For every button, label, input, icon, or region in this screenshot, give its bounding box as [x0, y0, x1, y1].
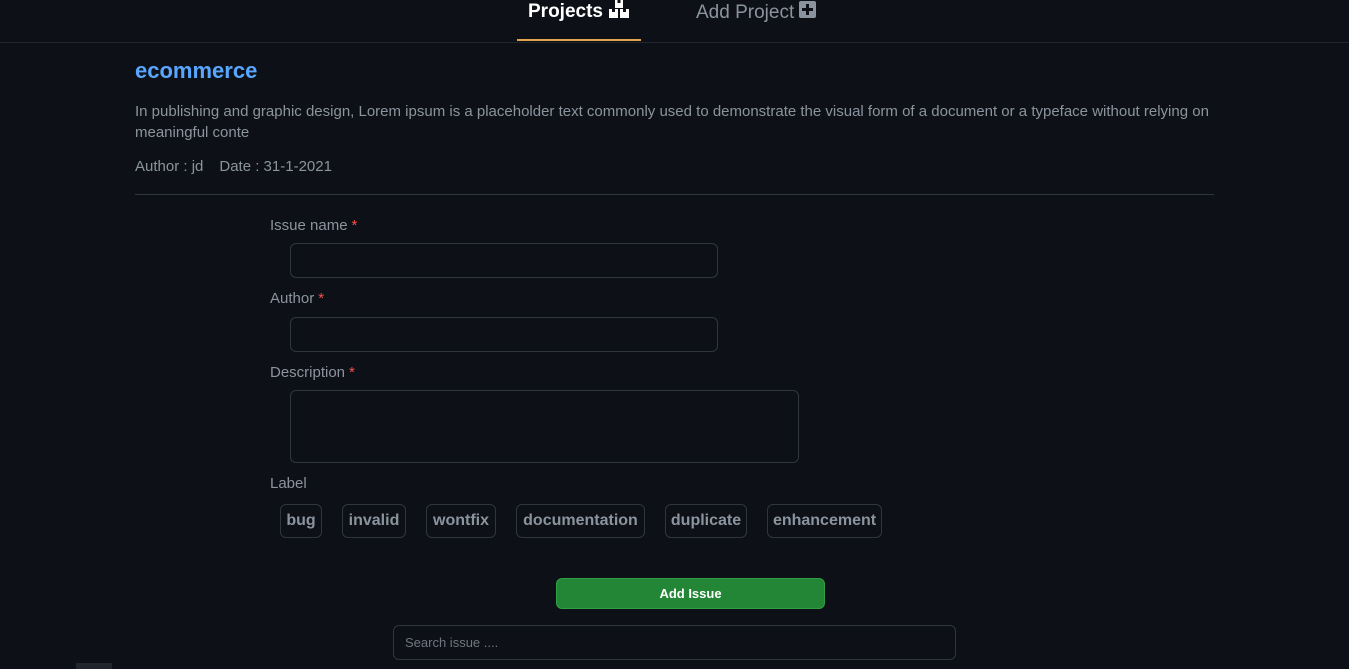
project-meta: Author : jd Date : 31-1-2021	[135, 158, 332, 175]
issue-name-input[interactable]	[290, 243, 718, 278]
issue-name-label: Issue name *	[270, 217, 357, 234]
project-author: Author : jd	[135, 158, 204, 175]
tab-add-project-label: Add Project	[696, 1, 795, 23]
projects-icon	[608, 0, 630, 41]
scroll-handle	[76, 663, 112, 669]
label-chip-bug[interactable]: bug	[280, 504, 322, 538]
label-section-label: Label	[270, 475, 307, 492]
top-navigation: Projects Add Project	[0, 0, 1349, 43]
project-description: In publishing and graphic design, Lorem …	[135, 103, 1209, 141]
description-label: Description *	[270, 364, 355, 381]
project-date: Date : 31-1-2021	[219, 158, 332, 175]
search-issue-input[interactable]	[393, 625, 956, 660]
label-chip-wontfix[interactable]: wontfix	[426, 504, 496, 538]
author-label: Author *	[270, 290, 324, 307]
add-issue-button[interactable]: Add Issue	[556, 578, 825, 609]
plus-square-icon	[799, 1, 817, 40]
label-chip-duplicate[interactable]: duplicate	[665, 504, 747, 538]
section-divider	[135, 194, 1214, 195]
project-title: ecommerce	[135, 58, 258, 83]
required-marker: *	[349, 364, 355, 381]
author-input[interactable]	[290, 317, 718, 352]
required-marker: *	[351, 217, 358, 234]
label-chip-invalid[interactable]: invalid	[342, 504, 406, 538]
tab-add-project[interactable]: Add Project	[696, 0, 817, 41]
tab-projects[interactable]: Projects	[517, 0, 641, 41]
label-chip-enhancement[interactable]: enhancement	[767, 504, 882, 538]
description-label-text: Description	[270, 364, 346, 381]
tab-projects-label: Projects	[528, 0, 603, 22]
required-marker: *	[318, 290, 325, 307]
description-textarea[interactable]	[290, 390, 799, 463]
issue-name-label-text: Issue name	[270, 217, 348, 234]
author-label-text: Author	[270, 290, 315, 307]
label-chip-documentation[interactable]: documentation	[516, 504, 645, 538]
